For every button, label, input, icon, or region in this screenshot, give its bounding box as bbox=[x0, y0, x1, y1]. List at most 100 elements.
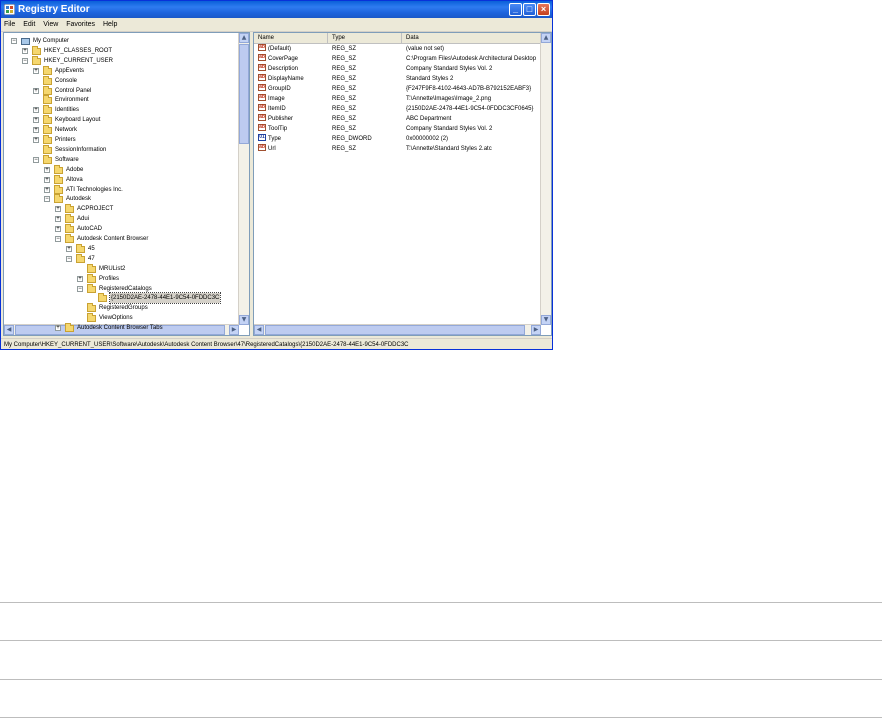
menu-file[interactable]: File bbox=[1, 18, 18, 31]
expand-icon[interactable]: + bbox=[33, 107, 39, 114]
folder-icon bbox=[43, 154, 52, 164]
tree-item-label: 47 bbox=[88, 255, 95, 262]
tree-item[interactable]: + Autodesk Content Browser Tabs bbox=[4, 323, 239, 333]
expand-icon[interactable]: + bbox=[33, 117, 39, 124]
tree-item[interactable]: SessionInformation bbox=[4, 144, 239, 155]
menu-edit[interactable]: Edit bbox=[20, 18, 38, 31]
tree-item[interactable]: − RegisteredCatalogs bbox=[4, 283, 239, 294]
scroll-up-icon[interactable]: ▲ bbox=[541, 33, 551, 43]
collapse-icon[interactable]: − bbox=[44, 196, 50, 203]
tree-item[interactable]: − 47 bbox=[4, 253, 239, 264]
tree-item[interactable]: Environment bbox=[4, 95, 239, 105]
tree-item[interactable]: − Software bbox=[4, 154, 239, 165]
tree-item[interactable]: + Altova bbox=[4, 174, 239, 185]
expand-icon[interactable]: + bbox=[44, 166, 50, 173]
scroll-down-icon[interactable]: ▼ bbox=[239, 315, 249, 325]
list-hscroll-thumb[interactable] bbox=[265, 325, 525, 335]
expand-icon[interactable]: + bbox=[55, 226, 61, 233]
expand-icon[interactable]: + bbox=[77, 275, 83, 282]
collapse-icon[interactable]: − bbox=[55, 236, 61, 242]
list-horizontal-scrollbar[interactable]: ◀ ▶ bbox=[254, 324, 541, 335]
folder-icon bbox=[76, 243, 85, 253]
expand-icon[interactable]: + bbox=[22, 47, 28, 54]
scroll-down-icon[interactable]: ▼ bbox=[541, 315, 551, 325]
scroll-right-icon[interactable]: ▶ bbox=[531, 325, 541, 335]
expand-icon[interactable]: + bbox=[33, 87, 39, 94]
tree-item[interactable]: + Control Panel bbox=[4, 85, 239, 96]
tree-item[interactable]: + Identities bbox=[4, 105, 239, 115]
tree-item[interactable]: + Keyboard Layout bbox=[4, 115, 239, 125]
tree-item[interactable]: + AppEvents bbox=[4, 65, 239, 76]
tree-item[interactable]: + HKEY_CLASSES_ROOT bbox=[4, 45, 239, 56]
expand-icon[interactable]: + bbox=[33, 137, 39, 143]
tree-item[interactable]: + Profiles bbox=[4, 273, 239, 284]
collapse-icon[interactable]: − bbox=[66, 255, 72, 262]
registry-value-row[interactable]: ab CoverPage REG_SZ C:\Program Files\Autode… bbox=[254, 54, 543, 64]
tree-item[interactable]: {2150D2AE-2478-44E1-9C54-0FDDC3C bbox=[4, 292, 239, 305]
registry-value-row[interactable]: ab (Default) REG_SZ (value not set) bbox=[254, 44, 543, 54]
tree-item[interactable]: + Printers bbox=[4, 135, 239, 145]
collapse-icon[interactable]: − bbox=[33, 156, 39, 163]
registry-value-row[interactable]: ab GroupID REG_SZ {F247F9F8-4102-4643-AD7B-… bbox=[254, 84, 543, 94]
maximize-button[interactable]: □ bbox=[523, 3, 536, 16]
expand-icon[interactable]: + bbox=[44, 186, 50, 193]
tree-item[interactable]: +45 bbox=[4, 243, 239, 254]
collapse-icon[interactable]: − bbox=[77, 285, 83, 292]
collapse-icon[interactable]: − bbox=[22, 57, 28, 64]
expand-icon[interactable]: + bbox=[55, 206, 61, 213]
tree-scroll-thumb[interactable] bbox=[239, 44, 249, 144]
expand-icon[interactable]: + bbox=[55, 325, 61, 332]
tree-item[interactable]: ViewOptions bbox=[4, 313, 239, 323]
tree-item[interactable]: + AutoCAD bbox=[4, 224, 239, 234]
registry-value-row[interactable]: ab Description REG_SZ Company Standard Styl… bbox=[254, 64, 543, 74]
registry-value-row[interactable]: 01 Type REG_DWORD 0x00000002 (2) bbox=[254, 134, 543, 144]
registry-value-row[interactable]: ab DisplayName REG_SZ Standard Styles 2 bbox=[254, 74, 543, 84]
expand-icon[interactable]: + bbox=[33, 127, 39, 134]
scroll-left-icon[interactable]: ◀ bbox=[254, 325, 264, 335]
registry-tree[interactable]: ▲ ▼ ◀ ▶ − My Computer + HKEY_CLASSES_ROOT − H… bbox=[3, 32, 250, 336]
close-button[interactable]: × bbox=[537, 3, 550, 16]
column-header-data[interactable]: Data bbox=[402, 33, 543, 43]
string-value-icon: ab bbox=[258, 114, 266, 121]
column-header-name[interactable]: Name bbox=[254, 33, 328, 43]
tree-item[interactable]: − Autodesk Content Browser bbox=[4, 234, 239, 244]
registry-value-row[interactable]: ab Url REG_SZ T:\Annette\Standard Styles 2.… bbox=[254, 144, 543, 154]
tree-item[interactable]: + ACPROJECT bbox=[4, 204, 239, 214]
registry-value-row[interactable]: ab ItemID REG_SZ {2150D2AE-2478-44E1-9C54-0… bbox=[254, 104, 543, 114]
tree-item-label: Adobe bbox=[66, 166, 84, 173]
folder-icon bbox=[32, 55, 41, 65]
minimize-button[interactable]: _ bbox=[509, 3, 522, 16]
tree-item[interactable]: RegisteredGroups bbox=[4, 303, 239, 313]
values-list[interactable]: Name Type Data ▲ ▼ ◀ ▶ ab (Default) REG_SZ… bbox=[253, 32, 552, 336]
title-bar[interactable]: Registry Editor _ □ × bbox=[1, 1, 552, 18]
registry-value-row[interactable]: ab ToolTip REG_SZ Company Standard Styles V… bbox=[254, 124, 543, 134]
expand-icon[interactable]: + bbox=[33, 67, 39, 74]
column-header-type[interactable]: Type bbox=[328, 33, 402, 43]
tree-item-label: AutoCAD bbox=[77, 226, 103, 233]
tree-item[interactable]: + Adobe bbox=[4, 164, 239, 175]
tree-vertical-scrollbar[interactable]: ▲ ▼ bbox=[238, 33, 249, 325]
menu-help[interactable]: Help bbox=[100, 18, 120, 31]
tree-item[interactable]: + Adui bbox=[4, 214, 239, 224]
registry-value-row[interactable]: ab Image REG_SZ T:\Annette\Images\Image_2.p… bbox=[254, 94, 543, 104]
expand-icon[interactable]: + bbox=[44, 176, 50, 183]
menu-favorites[interactable]: Favorites bbox=[63, 18, 98, 31]
value-name: (Default) bbox=[268, 46, 292, 52]
tree-item[interactable]: − HKEY_CURRENT_USER bbox=[4, 55, 239, 66]
value-type: REG_SZ bbox=[332, 96, 357, 102]
value-data: Standard Styles 2 bbox=[406, 76, 454, 82]
menu-view[interactable]: View bbox=[40, 18, 61, 31]
tree-item[interactable]: Console bbox=[4, 75, 239, 86]
expand-icon[interactable]: + bbox=[55, 216, 61, 223]
tree-item[interactable]: − My Computer bbox=[4, 36, 239, 46]
folder-icon bbox=[65, 224, 74, 234]
expand-icon[interactable]: + bbox=[66, 245, 72, 252]
value-type: REG_SZ bbox=[332, 66, 357, 72]
registry-value-row[interactable]: ab Publisher REG_SZ ABC Department bbox=[254, 114, 543, 124]
tree-item[interactable]: − Autodesk bbox=[4, 194, 239, 204]
scroll-up-icon[interactable]: ▲ bbox=[239, 33, 249, 43]
collapse-icon[interactable]: − bbox=[11, 38, 17, 44]
tree-item[interactable]: MRUList2 bbox=[4, 263, 239, 274]
tree-item[interactable]: + Network bbox=[4, 125, 239, 135]
tree-item[interactable]: + ATI Technologies Inc. bbox=[4, 184, 239, 195]
